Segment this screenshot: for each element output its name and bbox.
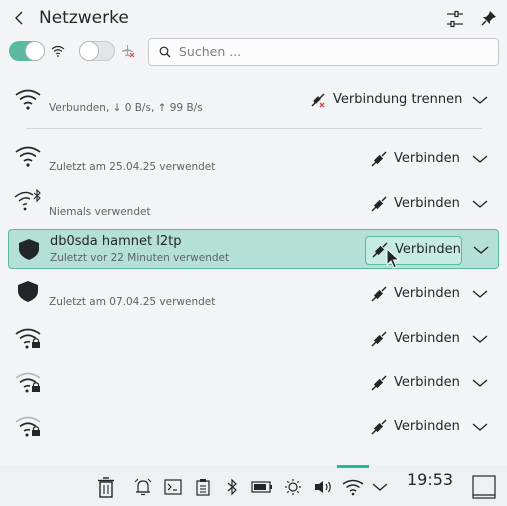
network-row[interactable]: db0sda hamnet l2tp Zuletzt vor 22 Minuten… <box>8 229 499 269</box>
battery-icon[interactable] <box>251 480 273 494</box>
connect-button[interactable]: Verbinden <box>394 375 460 390</box>
terminal-icon[interactable] <box>164 479 182 495</box>
connect-button[interactable]: Verbinden <box>395 242 461 257</box>
network-last-used: Zuletzt am 07.04.25 verwendet <box>49 296 216 308</box>
alarm-icon[interactable] <box>134 478 152 496</box>
disconnect-button[interactable]: Verbindung trennen <box>333 92 462 107</box>
chevron-down-icon[interactable] <box>471 377 489 389</box>
chevron-down-icon[interactable] <box>471 288 489 300</box>
search-icon <box>159 46 171 58</box>
volume-icon[interactable] <box>313 479 333 495</box>
chevron-down-icon[interactable] <box>472 244 490 256</box>
mouse-cursor-icon <box>386 248 400 269</box>
disconnect-icon <box>311 93 325 108</box>
search-placeholder: Suchen ... <box>179 44 242 59</box>
wifi-connected-icon <box>15 89 41 110</box>
wifi-icon <box>15 146 41 167</box>
connect-icon <box>371 375 387 391</box>
connection-status: Verbunden, ↓ 0 B/s, ↑ 99 B/s <box>49 102 203 114</box>
airplane-toggle[interactable] <box>79 41 115 61</box>
connect-icon <box>371 331 387 347</box>
clock[interactable]: 19:53 <box>407 470 453 489</box>
brightness-icon[interactable] <box>284 478 302 496</box>
wifi-bluetooth-icon <box>14 189 41 211</box>
connect-icon <box>371 286 387 302</box>
network-last-used: Niemals verwendet <box>49 206 151 218</box>
network-name: db0sda hamnet l2tp <box>50 234 182 249</box>
wifi-toggle[interactable] <box>9 41 45 61</box>
wifi-icon <box>51 45 65 57</box>
wifi-locked-weak-icon <box>15 372 41 393</box>
connect-button[interactable]: Verbinden <box>394 151 460 166</box>
settings-sliders-icon[interactable] <box>446 10 464 28</box>
chevron-down-icon[interactable] <box>471 153 489 165</box>
chevron-down-icon[interactable] <box>471 421 489 433</box>
connect-button[interactable]: Verbinden <box>394 286 460 301</box>
network-row[interactable]: Verbinden <box>8 319 499 359</box>
connect-button[interactable]: Verbinden <box>394 419 460 434</box>
network-row[interactable]: Zuletzt am 07.04.25 verwendet Verbinden <box>8 274 499 314</box>
chevron-down-icon[interactable] <box>471 198 489 210</box>
wifi-locked-weak-icon <box>15 416 41 437</box>
page-title: Netzwerke <box>39 8 129 28</box>
trash-icon[interactable] <box>95 476 117 498</box>
pin-icon[interactable] <box>481 10 497 26</box>
connected-network-row[interactable]: Verbunden, ↓ 0 B/s, ↑ 99 B/s Verbindung … <box>8 84 499 124</box>
connect-button[interactable]: Verbinden <box>394 196 460 211</box>
wifi-locked-icon <box>15 328 41 349</box>
back-icon[interactable] <box>12 10 26 26</box>
network-row[interactable]: Niemals verwendet Verbinden <box>8 184 499 224</box>
airplane-mode-icon <box>122 45 135 58</box>
network-row[interactable]: Verbinden <box>8 363 499 403</box>
network-row[interactable]: Zuletzt am 25.04.25 verwendet Verbinden <box>8 139 499 179</box>
connect-icon <box>371 151 387 167</box>
bluetooth-icon[interactable] <box>226 478 238 496</box>
show-desktop-icon[interactable] <box>472 475 496 499</box>
chevron-down-icon[interactable] <box>471 94 489 106</box>
connect-button[interactable]: Verbinden <box>394 331 460 346</box>
network-wifi-icon[interactable] <box>342 478 364 496</box>
network-last-used: Zuletzt vor 22 Minuten verwendet <box>50 252 230 264</box>
chevron-down-icon[interactable] <box>471 333 489 345</box>
expand-tray-icon[interactable] <box>372 482 388 492</box>
connect-icon <box>371 419 387 435</box>
vpn-shield-icon <box>19 239 39 260</box>
active-indicator <box>337 465 369 468</box>
search-field[interactable]: Suchen ... <box>148 38 499 66</box>
network-row[interactable]: Verbinden <box>8 407 499 447</box>
network-last-used: Zuletzt am 25.04.25 verwendet <box>49 161 216 173</box>
vpn-shield-icon <box>18 281 38 302</box>
clipboard-icon[interactable] <box>195 478 211 496</box>
connect-icon <box>371 196 387 212</box>
divider <box>26 128 482 129</box>
